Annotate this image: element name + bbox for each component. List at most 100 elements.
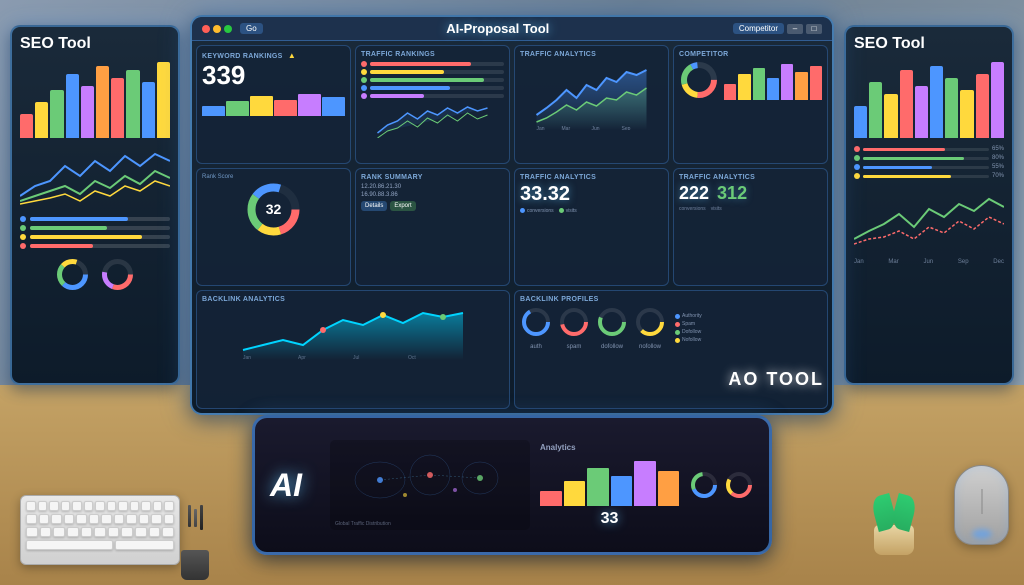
backlink-profiles-widget: Backlink Profiles auth spam <box>514 290 828 409</box>
tablet-logo: AI <box>270 467 320 504</box>
main-screen: Go AI-Proposal Tool Competitor – □ Keywo… <box>190 15 834 415</box>
header-title: AI-Proposal Tool <box>263 21 733 36</box>
ba-chart: Jan Apr Jul Oct <box>202 305 504 365</box>
rbar-10 <box>991 62 1004 138</box>
right-labels: Jan Mar Jun Sep Dec <box>854 259 1004 265</box>
donut-32-container: 32 <box>202 182 345 237</box>
traffic-rankings-widget: Traffic Rankings <box>355 45 510 164</box>
left-donuts <box>20 257 170 292</box>
left-bar-chart <box>20 58 170 138</box>
bar-4 <box>66 74 79 138</box>
ta222-sublabels: conversions visits <box>679 206 822 212</box>
svg-text:Jul: Jul <box>353 355 359 360</box>
rs-rows: 12.20.86.21.30 16.90.88.3.86 Details Exp… <box>361 184 504 211</box>
dot-yellow <box>213 25 221 33</box>
left-line-chart <box>20 146 170 211</box>
rs-btn-2[interactable]: Export <box>390 201 415 211</box>
screen-header-bar: Go AI-Proposal Tool Competitor – □ <box>192 17 832 41</box>
donut-label: Rank Score <box>202 174 345 180</box>
left-panel-items <box>20 216 170 249</box>
bar-8 <box>126 70 139 138</box>
traffic-analytics-222-widget: Traffic Analytics 222 312 conversions vi… <box>673 168 828 287</box>
tablet-mini-chart: Analytics 33 <box>540 443 679 528</box>
pen-holder <box>180 505 210 555</box>
mouse <box>954 465 1009 545</box>
right-seo-panel: SEO Tool 65% 80% 55% 70% <box>844 25 1014 385</box>
ba-title: Backlink Analytics <box>202 296 504 303</box>
tablet-device: AI Global Traffic Distribution Analytics <box>252 415 772 555</box>
left-item-3 <box>20 234 170 240</box>
mouse-divider <box>981 489 982 514</box>
competitor-widget: Competitor <box>673 45 828 164</box>
rs-title: Rank Summary <box>361 174 504 181</box>
tab-competitor[interactable]: Competitor <box>733 23 784 34</box>
pen-cup <box>181 550 209 580</box>
rank-summary-widget: Rank Summary 12.20.86.21.30 16.90.88.3.8… <box>355 168 510 287</box>
rbar-5 <box>915 86 928 138</box>
tablet-content: AI Global Traffic Distribution Analytics <box>255 418 769 552</box>
left-seo-panel: SEO Tool <box>10 25 180 385</box>
tab-go[interactable]: Go <box>240 23 263 34</box>
tablet-donuts <box>689 470 754 500</box>
right-items: 65% 80% 55% 70% <box>854 146 1004 179</box>
rbar-7 <box>945 78 958 138</box>
bar-7 <box>111 78 124 138</box>
rbar-8 <box>960 90 973 138</box>
svg-text:Jan: Jan <box>243 355 251 360</box>
right-second-chart <box>854 189 1004 254</box>
comp-donut <box>679 60 822 100</box>
svg-text:Jun: Jun <box>592 126 600 130</box>
kw-mini-bars <box>202 91 345 116</box>
rbar-3 <box>884 94 897 138</box>
left-panel-title: SEO Tool <box>20 35 170 53</box>
dot-green <box>224 25 232 33</box>
svg-text:Apr: Apr <box>298 355 306 360</box>
ta-main-chart: Jan Mar Jun Sep <box>520 60 663 135</box>
svg-text:Sep: Sep <box>622 126 631 130</box>
ta33-title: Traffic Analytics <box>520 174 663 181</box>
left-item-2 <box>20 225 170 231</box>
keyboard <box>20 495 180 565</box>
rbar-6 <box>930 66 943 138</box>
ta33-sublabels: conversions visits <box>520 208 663 214</box>
ta222-title: Traffic Analytics <box>679 174 822 181</box>
rbar-9 <box>976 74 989 138</box>
right-panel-title: SEO Tool <box>854 35 1004 53</box>
left-item-4 <box>20 243 170 249</box>
plant-leaves <box>864 495 924 530</box>
kw-title: Keyword Rankings ▲ <box>202 51 345 60</box>
dot-red <box>202 25 210 33</box>
bar-3 <box>50 90 63 138</box>
tablet-number: 33 <box>540 510 679 528</box>
ao-tool-label: AO TOOL <box>728 369 824 390</box>
comp-bars <box>724 60 822 100</box>
ta222-values: 222 312 <box>679 183 822 204</box>
ta33-value: 33.32 <box>520 183 663 206</box>
donut-value: 32 <box>266 201 282 217</box>
ta-main-title: Traffic Analytics <box>520 51 663 58</box>
bp-circles: auth spam dofollow <box>520 306 822 350</box>
bar-2 <box>35 102 48 138</box>
rbar-1 <box>854 106 867 138</box>
bar-9 <box>142 82 155 138</box>
kw-value: 339 <box>202 62 345 88</box>
btn-minimize[interactable]: – <box>787 24 803 34</box>
tr-title: Traffic Rankings <box>361 51 504 58</box>
bar-6 <box>96 66 109 138</box>
bar-10 <box>157 62 170 138</box>
ta222-val1: 222 <box>679 183 709 204</box>
bar-5 <box>81 86 94 138</box>
header-controls-right: Competitor – □ <box>733 23 822 34</box>
right-bar-chart <box>854 58 1004 138</box>
tr-color-list <box>361 61 504 99</box>
rs-btn-1[interactable]: Details <box>361 201 387 211</box>
donut-32-widget: Rank Score 32 <box>196 168 351 287</box>
traffic-analytics-33-widget: Traffic Analytics 33.32 conversions visi… <box>514 168 669 287</box>
left-item-1 <box>20 216 170 222</box>
svg-text:Oct: Oct <box>408 355 416 360</box>
bp-legend: Authority Spam Dofollow Nofollow <box>675 313 702 343</box>
btn-maximize[interactable]: □ <box>806 24 822 34</box>
ta222-val2: 312 <box>717 183 747 204</box>
traffic-analytics-main-widget: Traffic Analytics <box>514 45 669 164</box>
mouse-glow <box>972 529 992 539</box>
